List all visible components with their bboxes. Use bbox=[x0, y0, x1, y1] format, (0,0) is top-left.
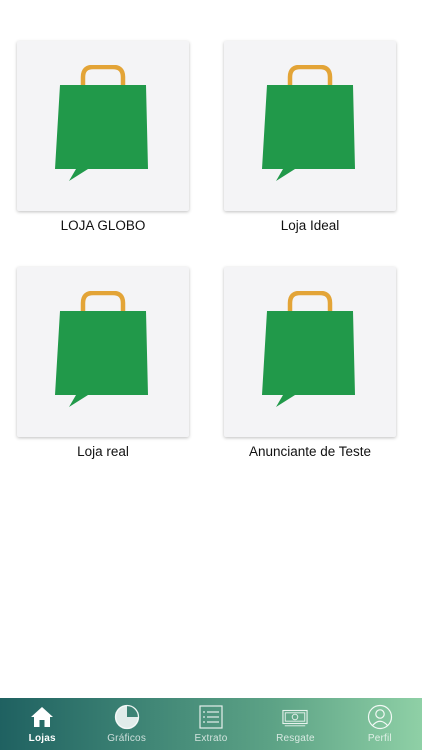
store-image[interactable] bbox=[224, 41, 396, 211]
store-card-loja-ideal[interactable]: Loja Ideal bbox=[224, 41, 396, 233]
store-card-loja-real[interactable]: Loja real bbox=[17, 267, 189, 459]
tab-label: Perfil bbox=[367, 733, 392, 744]
store-name: Anunciante de Teste bbox=[248, 444, 372, 459]
store-card-anunciante-de-teste[interactable]: Anunciante de Teste bbox=[224, 267, 396, 459]
tab-lojas[interactable]: Lojas bbox=[0, 698, 84, 750]
shopping-bag-icon bbox=[262, 291, 355, 407]
store-name: Loja real bbox=[77, 444, 129, 459]
pie-chart-icon bbox=[114, 704, 139, 730]
cash-icon bbox=[282, 709, 309, 727]
tab-label: Gráficos bbox=[107, 733, 147, 744]
store-image[interactable] bbox=[17, 267, 189, 437]
tab-extrato[interactable]: Extrato bbox=[169, 698, 253, 750]
home-icon bbox=[31, 707, 54, 727]
tab-resgate[interactable]: Resgate bbox=[253, 698, 337, 750]
store-name: LOJA GLOBO bbox=[60, 218, 146, 233]
tab-perfil[interactable]: Perfil bbox=[338, 698, 422, 750]
shopping-bag-icon bbox=[55, 291, 148, 407]
store-image[interactable] bbox=[224, 267, 396, 437]
store-grid: LOJA GLOBO Loja Ideal Loja real Anuncian… bbox=[0, 0, 422, 698]
store-card-loja-globo[interactable]: LOJA GLOBO bbox=[17, 41, 189, 233]
tab-label: Extrato bbox=[194, 733, 228, 744]
shopping-bag-icon bbox=[262, 65, 355, 181]
list-icon bbox=[199, 705, 223, 729]
shopping-bag-icon bbox=[55, 65, 148, 181]
store-name: Loja Ideal bbox=[280, 218, 340, 233]
tab-label: Resgate bbox=[276, 733, 315, 744]
tab-graficos[interactable]: Gráficos bbox=[84, 698, 168, 750]
user-icon bbox=[367, 704, 392, 730]
tab-bar: Lojas Gráficos Extrato Resgate Perfil bbox=[0, 698, 422, 750]
tab-label: Lojas bbox=[28, 733, 56, 744]
store-image[interactable] bbox=[17, 41, 189, 211]
